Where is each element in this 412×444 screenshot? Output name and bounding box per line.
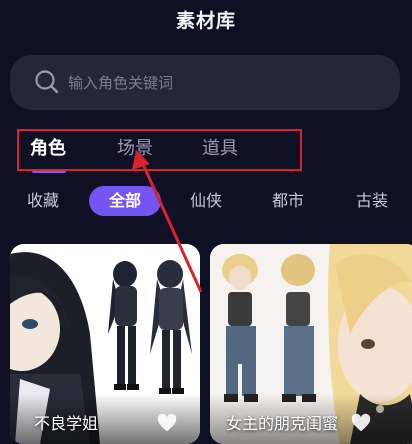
search-icon <box>35 70 59 94</box>
tab-scenes[interactable]: 场景 <box>117 134 153 160</box>
tab-characters[interactable]: 角色 <box>30 134 66 160</box>
category-tabs: 角色 场景 道具 <box>0 128 412 178</box>
heart-icon[interactable] <box>350 412 372 434</box>
search-input[interactable] <box>68 71 368 95</box>
filter-chips: 收藏 全部 仙侠 都市 古装 <box>0 186 412 220</box>
page-title: 素材库 <box>175 10 236 32</box>
material-card[interactable]: 不良学姐 <box>10 244 200 444</box>
chip-ancient[interactable]: 古装 <box>356 186 388 216</box>
card-title: 女主的朋克闺蜜 <box>226 414 339 433</box>
material-card[interactable]: 女主的朋克闺蜜 <box>210 244 412 444</box>
chip-urban[interactable]: 都市 <box>272 186 304 216</box>
search-bar[interactable] <box>10 55 400 110</box>
chip-favorites[interactable]: 收藏 <box>27 186 59 216</box>
chip-xianxia[interactable]: 仙侠 <box>190 186 222 216</box>
tab-props[interactable]: 道具 <box>202 134 238 160</box>
card-title: 不良学姐 <box>34 414 99 433</box>
tab-active-indicator <box>32 169 66 173</box>
chip-all[interactable]: 全部 <box>89 186 161 216</box>
heart-icon[interactable] <box>156 412 178 434</box>
